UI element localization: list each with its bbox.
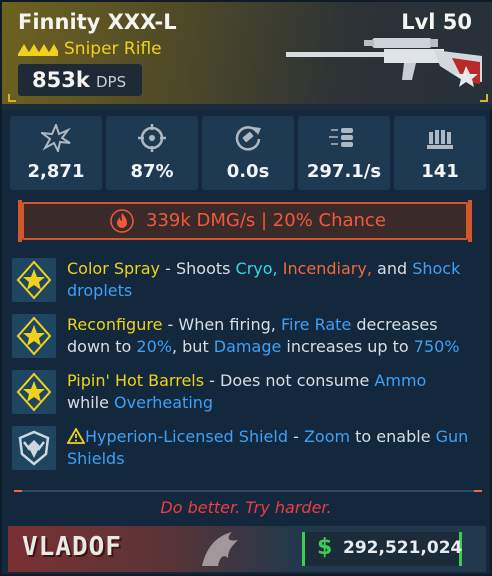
manufacturer-logo: VLADOF [22, 532, 122, 562]
perk-text-segment: down to [67, 337, 137, 356]
fire-icon [110, 209, 134, 233]
perk-text-segment: - Shoots [160, 259, 236, 278]
perk-text-segment: - Does not consume [204, 371, 375, 390]
item-header: Finnity XXX-L Lvl 50 Sniper Rifle 853k D… [2, 2, 492, 110]
item-type: Sniper Rifle [64, 39, 162, 59]
sell-value-box: $ 292,521,024 [302, 532, 462, 566]
stats-row: 2,871 87% 0.0s 297.1/s 141 [10, 116, 486, 190]
sniper-rifle-icon [286, 38, 482, 87]
perk-description: Pipin' Hot Barrels - Does not consume Am… [67, 370, 487, 414]
perk-text-segment: to enable [350, 427, 436, 446]
stat-value: 297.1/s [306, 161, 382, 182]
perk-icon-box [12, 258, 56, 302]
perk-keyword-ammo: Ammo [374, 371, 427, 390]
perk-icon-box [12, 370, 56, 414]
magazine-icon [427, 130, 453, 149]
perk-name: Reconfigure [67, 315, 163, 334]
hyperion-shield-icon [18, 430, 50, 466]
perk-keyword-value: 20% [136, 337, 172, 356]
perk-name: Hyperion-Licensed Shield [85, 427, 288, 446]
dps-value: 853k [32, 68, 90, 92]
perk-keyword-shock: Shock [412, 259, 461, 278]
dollar-icon: $ [317, 535, 333, 560]
perk-name: Pipin' Hot Barrels [67, 371, 205, 390]
elemental-damage-bar: 339k DMG/s | 20% Chance [18, 200, 472, 242]
perk-text-segment: - When firing, [162, 315, 281, 334]
damage-burst-icon [41, 124, 71, 152]
stat-value: 141 [421, 161, 459, 182]
stat-damage: 2,871 [10, 116, 102, 190]
bullets-icon [329, 128, 353, 147]
legendary-rarity-icon [18, 44, 58, 56]
star-badge-icon [16, 316, 52, 356]
perk-description: Hyperion-Licensed Shield - Zoom to enabl… [66, 426, 487, 470]
stat-fire-rate: 297.1/s [298, 116, 390, 190]
item-card: Finnity XXX-L Lvl 50 Sniper Rifle 853k D… [0, 0, 492, 576]
star-badge-icon [16, 372, 52, 412]
perk-text-segment: decreases [351, 315, 438, 334]
perk-text-segment: - [287, 427, 304, 446]
dps-box: 853k DPS [18, 64, 142, 96]
flavor-text: Do better. Try harder. [160, 498, 332, 517]
item-name: Finnity XXX-L [18, 10, 177, 34]
stat-magazine: 141 [394, 116, 486, 190]
perk-keyword-cryo: Cryo, [235, 259, 278, 278]
perk-text-segment: , but [171, 337, 214, 356]
sell-value: 292,521,024 [343, 538, 463, 558]
stat-value: 0.0s [226, 161, 270, 182]
corner-marker [8, 94, 16, 102]
divider [14, 490, 482, 492]
perk-name: Color Spray [67, 259, 161, 278]
perk-description: Color Spray - Shoots Cryo, Incendiary, a… [67, 258, 487, 302]
perk-icon-box [12, 314, 56, 358]
dps-label: DPS [96, 73, 127, 91]
corner-marker [480, 94, 488, 102]
perk-description: Reconfigure - When firing, Fire Rate dec… [67, 314, 487, 358]
stat-accuracy: 87% [106, 116, 198, 190]
warning-triangle-icon [66, 427, 86, 444]
perk-icon-box [12, 426, 56, 470]
eagle-emblem-icon [202, 532, 238, 566]
stat-value: 2,871 [27, 161, 85, 182]
perk-text-segment: and [371, 259, 413, 278]
reload-icon [235, 126, 261, 151]
perk-text-segment: increases up to [281, 337, 414, 356]
item-footer: VLADOF $ 292,521,024 [8, 526, 486, 572]
perk-keyword-droplets: droplets [67, 281, 133, 300]
star-badge-icon [16, 260, 52, 300]
perk-keyword-zoom: Zoom [303, 427, 351, 446]
perk-keyword-shields: Shields [67, 449, 125, 468]
perk-keyword-overheating: Overheating [114, 393, 214, 412]
elemental-damage-text: 339k DMG/s | 20% Chance [146, 210, 386, 231]
stat-value: 87% [130, 161, 174, 182]
stat-reload: 0.0s [202, 116, 294, 190]
perk-keyword-gun: Gun [435, 427, 469, 446]
perk-keyword-fire-rate: Fire Rate [280, 315, 352, 334]
perk-keyword-damage: Damage [213, 337, 282, 356]
item-level: Lvl 50 [401, 10, 472, 34]
crosshair-icon [138, 124, 166, 152]
perk-keyword-value: 750% [413, 337, 460, 356]
perk-keyword-incendiary: Incendiary, [282, 259, 372, 278]
perk-text-segment: while [67, 393, 115, 412]
